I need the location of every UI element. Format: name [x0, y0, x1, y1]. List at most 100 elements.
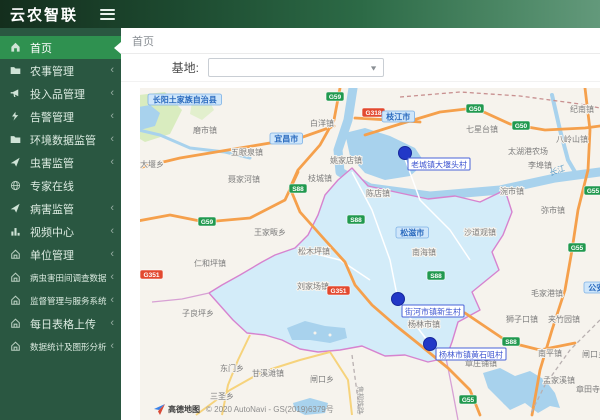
road-badge: G351 [140, 269, 164, 280]
active-item-arrow [114, 41, 121, 54]
sidebar-item-9[interactable]: 视频中心 ‹ [0, 220, 121, 243]
chevron-left-icon: ‹ [110, 271, 114, 283]
chevron-left-icon: ‹ [110, 340, 114, 352]
map-canvas[interactable]: 磨市镇 大堰乡 五眼泉镇 聂家河镇 姚家店镇 枝城镇 白洋镇 七星台镇 纪南镇 八岭山镇 太湖港农场… [140, 88, 600, 420]
svg-text:G351: G351 [331, 288, 347, 295]
svg-text:长阳土家族自治县: 长阳土家族自治县 [153, 95, 217, 105]
home-outline-icon [10, 341, 23, 353]
road-badge: G55 [583, 185, 600, 196]
svg-text:公安县: 公安县 [588, 283, 600, 293]
chevron-left-icon: ‹ [110, 87, 114, 99]
city-label: 宜昌市 [269, 132, 303, 145]
breadcrumb[interactable]: 首页 [132, 33, 154, 49]
town-label: 八岭山镇 [556, 134, 588, 144]
sidebar-item-label: 病害监管 [30, 203, 74, 216]
sidebar-item-label: 环境数据监管 [30, 134, 96, 147]
sidebar-item-13[interactable]: 每日表格上传 ‹ [0, 312, 121, 335]
road-badge: G50 [511, 120, 531, 131]
town-label: 枝城镇 [308, 173, 332, 183]
sidebar-item-label: 投入品管理 [30, 88, 85, 101]
chevron-left-icon: ‹ [110, 133, 114, 145]
sidebar-menu: 首页 农事管理 ‹ 投入品管理 ‹ 告警管理 ‹ 环境数据监管 ‹ 虫害监管 ‹ 专家在线 病害监管 ‹ 视… [0, 28, 121, 358]
chevron-left-icon: ‹ [110, 225, 114, 237]
sidebar-item-6[interactable]: 虫害监管 ‹ [0, 151, 121, 174]
map-attribution: 高德地图 © 2020 AutoNavi - GS(2019)6379号 [153, 403, 334, 416]
sidebar-item-label: 农事管理 [30, 65, 74, 78]
breadcrumb-bar: 首页 [121, 28, 600, 54]
city-label: 松滋市 [395, 226, 429, 239]
town-label: 孟家溪镇 [543, 375, 575, 385]
map-copyright: © 2020 AutoNavi - GS(2019)6379号 [206, 405, 334, 414]
town-label: 杨林市镇 [408, 319, 440, 329]
svg-text:G50: G50 [515, 123, 528, 130]
town-label: 纪南镇 [570, 104, 594, 114]
sidebar-item-1[interactable]: 首页 [0, 36, 121, 59]
town-label: 三圣乡 [210, 392, 234, 401]
folder-icon [10, 65, 23, 77]
chevron-down-icon: ▼ [369, 63, 378, 72]
megaphone-icon [10, 88, 23, 100]
home-outline-icon [10, 318, 23, 330]
sidebar-item-11[interactable]: 病虫害田间调查数据 ‹ [0, 266, 121, 289]
town-label: 太湖港农场 [508, 146, 548, 156]
sidebar-item-3[interactable]: 投入品管理 ‹ [0, 82, 121, 105]
town-label: 毛家港镇 [531, 288, 563, 298]
town-label: 松木坪镇 [298, 246, 330, 256]
road-badge: S88 [346, 214, 366, 225]
bar-chart-icon [10, 226, 23, 238]
svg-text:松滋市: 松滋市 [400, 228, 424, 238]
svg-text:宜昌市: 宜昌市 [274, 134, 298, 144]
town-label: 王家畈乡 [254, 227, 286, 237]
sidebar-item-label: 病虫害田间调查数据 [30, 272, 107, 283]
road-badge: G351 [326, 285, 351, 296]
town-label: 白洋镇 [310, 118, 334, 128]
town-label: 五眼泉镇 [231, 147, 263, 157]
svg-text:S88: S88 [505, 339, 517, 346]
road-badge: G59 [325, 91, 345, 102]
road-badge: S88 [426, 270, 446, 281]
svg-text:G318: G318 [366, 110, 382, 117]
svg-text:街河市镇新生村: 街河市镇新生村 [405, 307, 461, 317]
town-label: 狮子口镇 [506, 314, 538, 324]
sidebar-item-8[interactable]: 病害监管 ‹ [0, 197, 121, 220]
sidebar-item-12[interactable]: 监督管理与服务系统 ‹ [0, 289, 121, 312]
svg-text:S88: S88 [292, 186, 304, 193]
svg-text:G59: G59 [329, 94, 342, 101]
home-outline-icon [10, 249, 23, 261]
town-label: 刘家场镇 [297, 281, 329, 291]
menu-toggle-icon[interactable] [100, 8, 116, 20]
town-label: 大堰乡 [140, 159, 164, 169]
town-label: 七星台镇 [466, 124, 498, 134]
town-label: 闸口乡 [310, 375, 334, 384]
sidebar-item-label: 每日表格上传 [30, 318, 96, 331]
sidebar-item-label: 虫害监管 [30, 157, 74, 170]
road-badge: G55 [458, 394, 478, 405]
chevron-left-icon: ‹ [110, 110, 114, 122]
base-filter-row: 基地: ▼ [121, 54, 600, 82]
road-badge: G55 [567, 242, 587, 253]
globe-icon [10, 180, 23, 192]
town-label: 子良坪乡 [182, 308, 214, 318]
island [313, 331, 317, 335]
town-label: 闸口乡 [582, 350, 600, 359]
city-label: 公安县 [583, 281, 600, 294]
sidebar-item-5[interactable]: 环境数据监管 ‹ [0, 128, 121, 151]
base-select[interactable]: ▼ [208, 58, 384, 77]
sidebar-item-14[interactable]: 数据统计及图形分析 ‹ [0, 335, 121, 358]
city-label: 枝江市 [381, 110, 415, 123]
home-outline-icon [10, 295, 23, 307]
sidebar-item-label: 告警管理 [30, 111, 74, 124]
svg-text:老城镇大堰头村: 老城镇大堰头村 [411, 160, 467, 170]
sidebar-item-2[interactable]: 农事管理 ‹ [0, 59, 121, 82]
sidebar-item-10[interactable]: 单位管理 ‹ [0, 243, 121, 266]
sidebar-item-4[interactable]: 告警管理 ‹ [0, 105, 121, 128]
town-label: 南海镇 [412, 247, 436, 257]
sidebar-item-7[interactable]: 专家在线 [0, 174, 121, 197]
island [328, 333, 332, 337]
road-badge: G318 [361, 107, 386, 118]
svg-text:G59: G59 [201, 219, 214, 226]
sidebar-item-label: 视频中心 [30, 226, 74, 239]
road-badge: G59 [197, 216, 217, 227]
road-badge: G50 [465, 103, 485, 114]
home-icon [10, 42, 23, 54]
